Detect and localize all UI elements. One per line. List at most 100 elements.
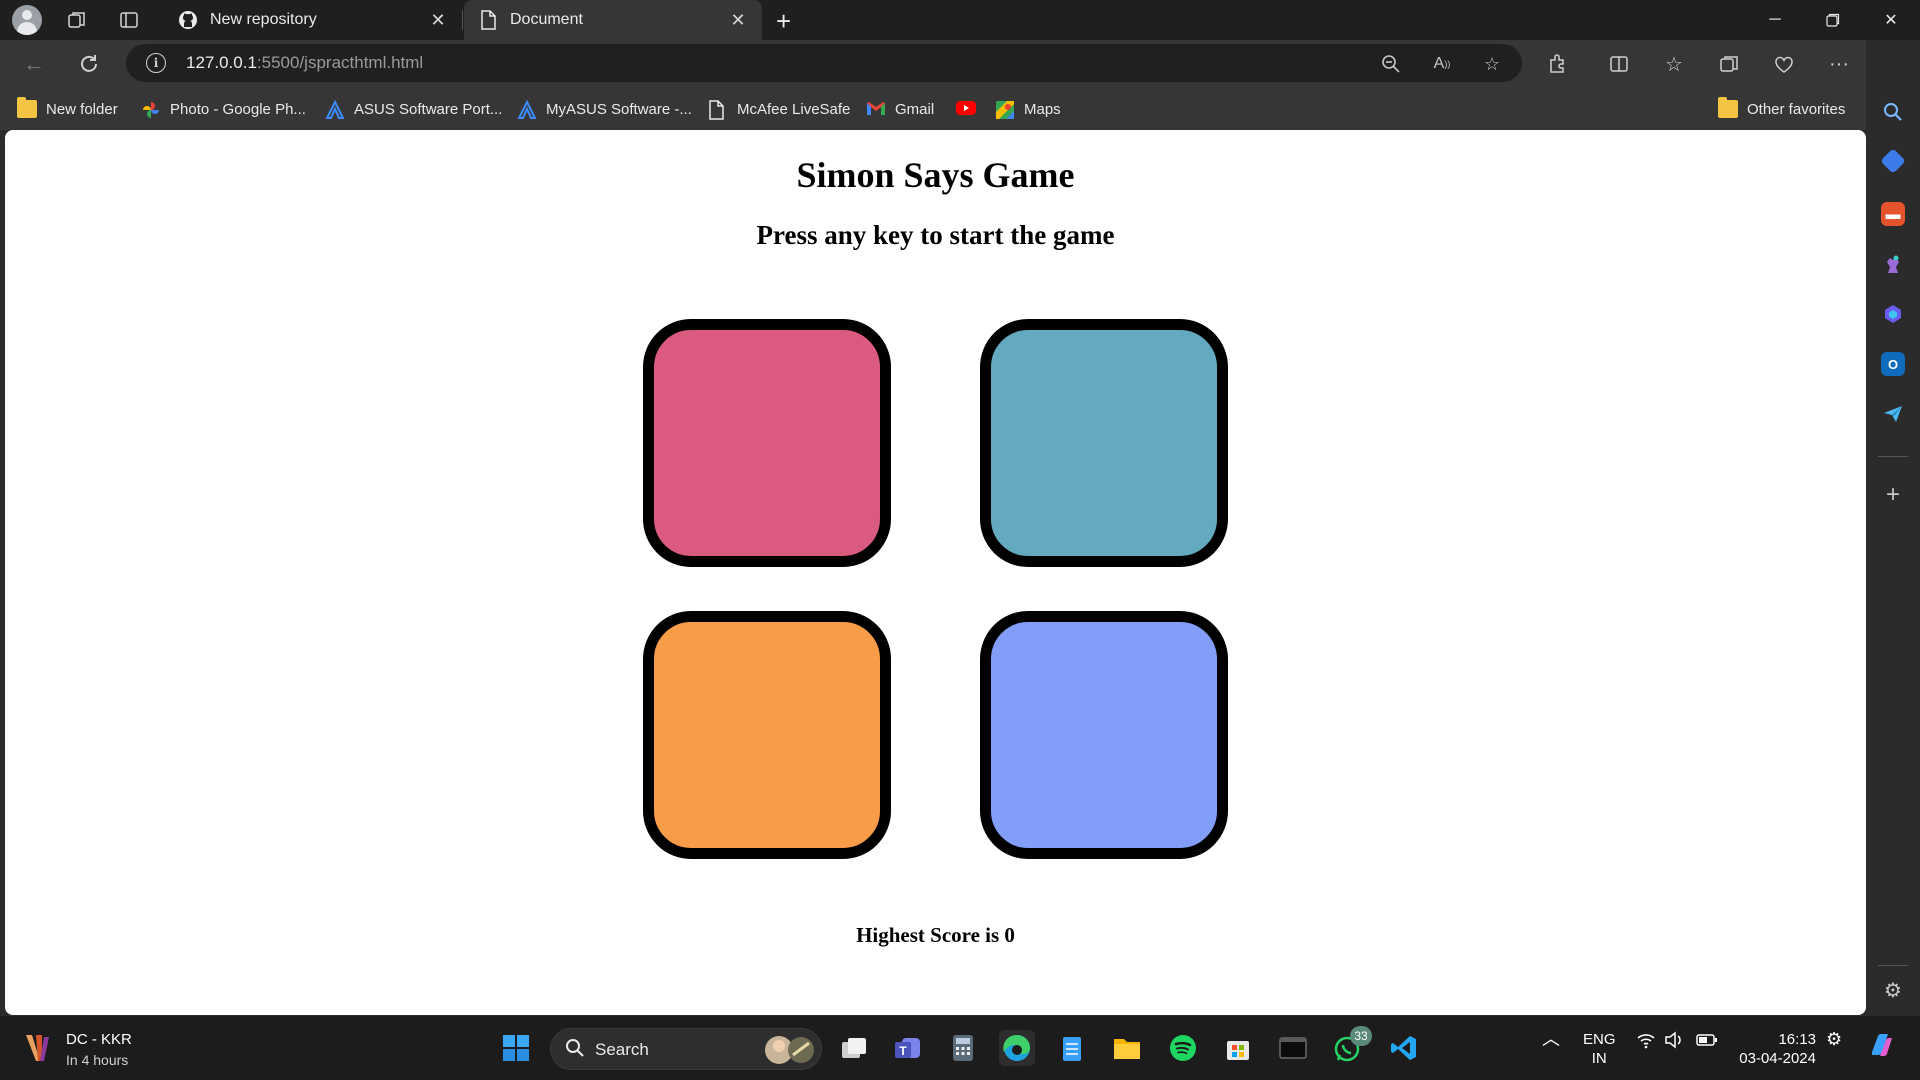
simon-button-red[interactable] bbox=[643, 319, 891, 567]
copilot-taskbar-icon[interactable] bbox=[1866, 1030, 1896, 1065]
notifications-icon[interactable]: ⚙ bbox=[1826, 1030, 1842, 1049]
clock-date: 03-04-2024 bbox=[1739, 1050, 1816, 1067]
extensions-icon[interactable] bbox=[1544, 50, 1572, 78]
clock[interactable]: 16:13 03-04-2024 bbox=[1738, 1030, 1816, 1068]
page-content: Simon Says Game Press any key to start t… bbox=[5, 130, 1866, 1015]
sidebar-divider bbox=[1878, 456, 1908, 457]
back-arrow-icon[interactable]: ← bbox=[20, 50, 48, 78]
spotify-icon[interactable] bbox=[1165, 1030, 1201, 1066]
edge-browser-icon[interactable] bbox=[999, 1030, 1035, 1066]
taskbar-search-input[interactable]: Search bbox=[550, 1028, 822, 1070]
minimize-icon[interactable]: ─ bbox=[1746, 0, 1804, 40]
clock-time: 16:13 bbox=[1778, 1031, 1816, 1048]
bookmark-mcafee-livesafe[interactable]: McAfee LiveSafe bbox=[708, 97, 850, 121]
site-info-icon[interactable]: i bbox=[146, 53, 166, 73]
show-hidden-icons[interactable]: ︿ bbox=[1542, 1030, 1560, 1049]
browser-essentials-icon[interactable] bbox=[1770, 50, 1798, 78]
terminal-icon[interactable] bbox=[1275, 1030, 1311, 1066]
bookmark-new-folder[interactable]: New folder bbox=[17, 97, 118, 121]
refresh-icon[interactable] bbox=[75, 50, 103, 78]
simon-button-blue[interactable] bbox=[980, 319, 1228, 567]
browser-tab-bar: New repository ✕ Document ✕ + ─ ✕ bbox=[0, 0, 1920, 40]
asus-icon bbox=[325, 99, 345, 119]
bookmark-myasus-software[interactable]: MyASUS Software -... bbox=[517, 97, 692, 121]
volume-icon[interactable] bbox=[1664, 1030, 1684, 1055]
search-highlight-icon bbox=[763, 1033, 815, 1072]
weather-subtitle: In 4 hours bbox=[66, 1052, 129, 1068]
document-icon bbox=[708, 100, 728, 120]
close-tab-icon[interactable]: ✕ bbox=[426, 8, 450, 32]
whatsapp-icon[interactable]: 33 bbox=[1330, 1026, 1372, 1066]
add-icon[interactable]: + bbox=[1881, 481, 1905, 508]
restore-icon[interactable] bbox=[1804, 0, 1862, 40]
close-tab-icon[interactable]: ✕ bbox=[726, 8, 750, 32]
zoom-out-icon[interactable] bbox=[1380, 53, 1402, 75]
bookmark-other-favorites[interactable]: Other favorites bbox=[1718, 97, 1845, 121]
wifi-icon[interactable] bbox=[1636, 1030, 1656, 1055]
file-explorer-icon[interactable] bbox=[1109, 1030, 1145, 1066]
search-icon bbox=[565, 1038, 585, 1064]
simon-button-orange[interactable] bbox=[643, 611, 891, 859]
copilot-sidebar-icon[interactable] bbox=[1881, 302, 1905, 326]
folder-icon bbox=[17, 97, 37, 118]
shopping-tag-icon[interactable] bbox=[1880, 148, 1906, 174]
language-indicator[interactable]: ENG IN bbox=[1583, 1030, 1616, 1068]
gmail-icon bbox=[866, 100, 886, 118]
sidebar-divider bbox=[1878, 965, 1908, 966]
cricket-icon bbox=[22, 1031, 52, 1070]
game-status-text: Press any key to start the game bbox=[756, 220, 1115, 250]
settings-gear-icon[interactable]: ⚙ bbox=[1881, 978, 1905, 1002]
folder-icon bbox=[1718, 97, 1738, 118]
edge-sidebar: ▬ O + ⚙ bbox=[1866, 40, 1920, 1016]
read-aloud-icon[interactable]: A)) bbox=[1431, 53, 1453, 75]
calculator-icon[interactable] bbox=[945, 1030, 981, 1066]
svg-text:T: T bbox=[899, 1044, 907, 1058]
favorite-star-icon[interactable]: ☆ bbox=[1481, 53, 1503, 75]
tools-icon[interactable]: ▬ bbox=[1881, 202, 1905, 226]
workspaces-icon[interactable] bbox=[63, 6, 91, 34]
teams-icon[interactable]: T bbox=[890, 1030, 926, 1066]
bookmark-google-photos[interactable]: Photo - Google Ph... bbox=[141, 97, 306, 121]
youtube-icon bbox=[955, 100, 976, 118]
github-icon bbox=[178, 10, 198, 30]
games-icon[interactable] bbox=[1881, 252, 1905, 276]
collections-icon[interactable] bbox=[1715, 50, 1743, 78]
new-tab-button[interactable]: + bbox=[776, 6, 791, 37]
close-window-icon[interactable]: ✕ bbox=[1862, 0, 1920, 40]
taskbar-search-label: Search bbox=[595, 1040, 649, 1059]
tab-label: New repository bbox=[210, 11, 317, 28]
bookmark-youtube[interactable] bbox=[955, 97, 984, 121]
battery-icon[interactable] bbox=[1696, 1030, 1718, 1055]
profile-avatar-icon[interactable] bbox=[12, 5, 42, 35]
bookmark-gmail[interactable]: Gmail bbox=[866, 97, 934, 121]
search-icon[interactable] bbox=[1881, 100, 1905, 124]
simon-button-purple[interactable] bbox=[980, 611, 1228, 859]
task-view-icon[interactable] bbox=[836, 1030, 872, 1066]
tab-actions-icon[interactable] bbox=[115, 6, 143, 34]
url-text[interactable]: 127.0.0.1:5500/jspracthtml.html bbox=[186, 53, 423, 73]
notification-badge: 33 bbox=[1350, 1026, 1372, 1046]
google-photos-icon bbox=[141, 100, 161, 118]
microsoft-store-icon[interactable] bbox=[1220, 1030, 1256, 1066]
weather-widget[interactable]: DC - KKR In 4 hours bbox=[22, 1030, 132, 1070]
page-title: Simon Says Game bbox=[796, 155, 1075, 195]
vscode-icon[interactable] bbox=[1386, 1030, 1422, 1066]
outlook-icon[interactable]: O bbox=[1881, 352, 1905, 376]
maps-icon bbox=[995, 100, 1015, 119]
send-icon[interactable] bbox=[1881, 402, 1905, 426]
highest-score-text: Highest Score is 0 bbox=[856, 923, 1015, 947]
windows-start-icon[interactable] bbox=[498, 1030, 534, 1066]
asus-icon bbox=[517, 99, 537, 119]
bookmark-asus-software-portal[interactable]: ASUS Software Port... bbox=[325, 97, 502, 121]
address-bar[interactable]: i 127.0.0.1:5500/jspracthtml.html A)) ☆ bbox=[126, 44, 1522, 82]
split-screen-icon[interactable] bbox=[1605, 50, 1633, 78]
favorites-icon[interactable]: ☆ bbox=[1660, 50, 1688, 78]
browser-toolbar: ← i 127.0.0.1:5500/jspracthtml.html A)) … bbox=[0, 40, 1920, 87]
more-options-icon[interactable]: ··· bbox=[1825, 50, 1853, 78]
notepad-icon[interactable] bbox=[1054, 1030, 1090, 1066]
tab-label: Document bbox=[510, 11, 583, 28]
bookmark-maps[interactable]: Maps bbox=[995, 97, 1061, 121]
tab-new-repository[interactable]: New repository ✕ bbox=[166, 0, 463, 40]
screen: New repository ✕ Document ✕ + ─ ✕ ← i 12… bbox=[0, 0, 1920, 1080]
tab-document[interactable]: Document ✕ bbox=[464, 0, 762, 40]
